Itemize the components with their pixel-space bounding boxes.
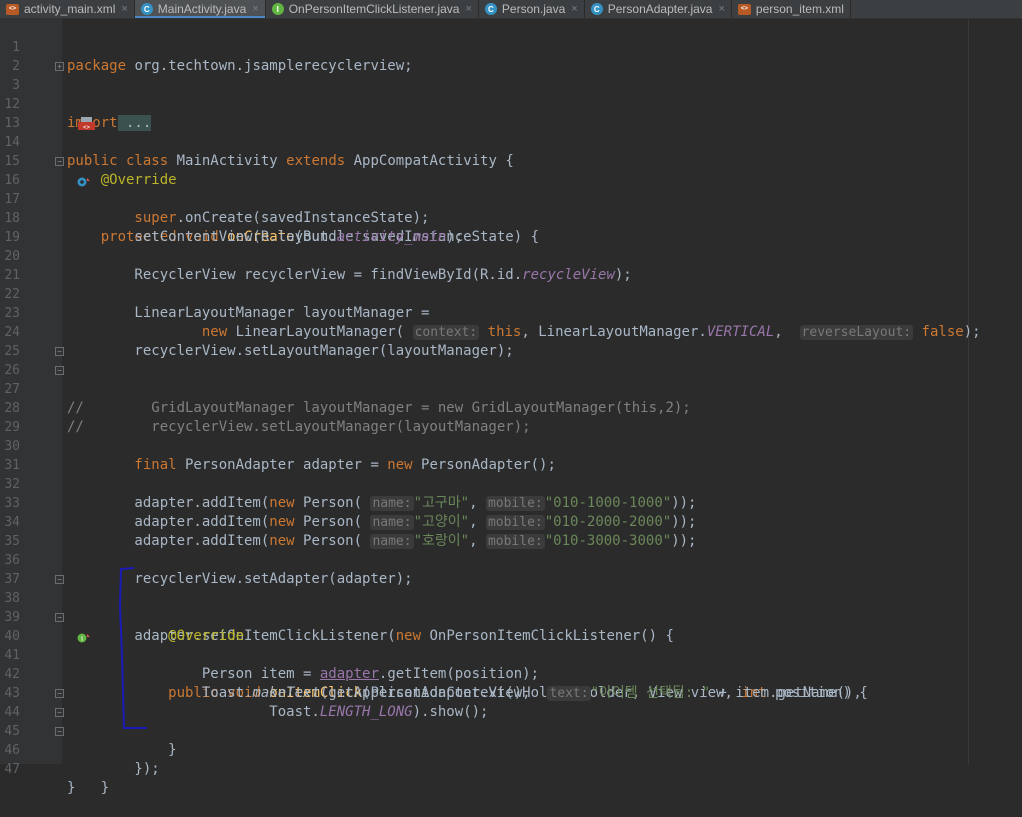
xml-file-icon: <> xyxy=(6,3,19,15)
code-line: 1 package org.techtown.jsamplerecyclervi… xyxy=(0,19,1022,74)
line-number: 47 xyxy=(4,762,20,777)
code-line: 2 xyxy=(0,38,1022,74)
code-line: 33 adapter.addItem(new Person( name: "고양이… xyxy=(0,475,1022,530)
code-line: 24 recyclerView.setLayoutManager(layoutM… xyxy=(0,304,1022,359)
close-icon[interactable]: × xyxy=(571,3,577,15)
code-line: 17 super.onCreate(savedInstanceState); xyxy=(0,171,1022,226)
code-line: 41 Person item = adapter.getItem(positio… xyxy=(0,627,1022,682)
code-line: 42 Toast.makeText(getApplicationContext(… xyxy=(0,646,1022,701)
code-line: 39 @Override xyxy=(0,589,1022,644)
fold-collapse-icon[interactable]: − xyxy=(55,347,64,356)
code-line: 46 − } xyxy=(0,722,1022,796)
tab-person-java[interactable]: C Person.java × xyxy=(479,0,585,18)
close-icon[interactable]: × xyxy=(718,3,724,15)
fold-expand-icon[interactable]: + xyxy=(55,62,64,71)
layout-file-icon[interactable]: <> xyxy=(27,98,95,131)
code-line: 14 xyxy=(0,114,1022,150)
code-line: 19 xyxy=(0,209,1022,245)
code-line: 20 RecyclerView recyclerView = findViewB… xyxy=(0,228,1022,283)
fold-collapse-icon[interactable]: − xyxy=(55,157,64,166)
code-line: 32 adapter.addItem(new Person( name: "고구마… xyxy=(0,456,1022,511)
class-icon: C xyxy=(484,3,497,15)
code-line: 13 <> public class MainActivity extends … xyxy=(0,95,1022,169)
code-line: 3 + import ... xyxy=(0,57,1022,131)
fold-collapse-icon[interactable]: − xyxy=(55,727,64,736)
close-icon[interactable]: × xyxy=(121,3,127,15)
close-icon[interactable]: × xyxy=(252,3,258,15)
code-editor[interactable]: 1 package org.techtown.jsamplerecyclervi… xyxy=(0,19,1022,796)
code-line: 25 xyxy=(0,323,1022,359)
class-icon: C xyxy=(590,3,603,15)
code-line: 44 − } xyxy=(0,684,1022,758)
code-line: 36 recyclerView.setAdapter(adapter); xyxy=(0,532,1022,587)
code-line: 43 Toast.LENGTH_LONG).show(); xyxy=(0,665,1022,720)
code-line: 15 @Override xyxy=(0,133,1022,188)
tab-on-person-item-click-listener-java[interactable]: I OnPersonItemClickListener.java × xyxy=(266,0,479,18)
code-line: 34 adapter.addItem(new Person( name: "호랑이… xyxy=(0,494,1022,549)
code-line: 22 LinearLayoutManager layoutManager = xyxy=(0,266,1022,321)
code-line: 29 xyxy=(0,399,1022,435)
tab-person-adapter-java[interactable]: C PersonAdapter.java × xyxy=(585,0,732,18)
code-line: 35 xyxy=(0,513,1022,549)
editor-tab-bar: <> activity_main.xml × C MainActivity.ja… xyxy=(0,0,1022,19)
tab-label: PersonAdapter.java xyxy=(607,2,713,16)
fold-collapse-icon[interactable]: − xyxy=(55,366,64,375)
tab-label: MainActivity.java xyxy=(157,2,247,16)
tab-main-activity-java[interactable]: C MainActivity.java × xyxy=(134,0,266,18)
code-token: } xyxy=(67,780,76,796)
code-line: 45 − }); xyxy=(0,703,1022,777)
xml-file-icon: <> xyxy=(737,3,751,15)
close-icon[interactable]: × xyxy=(465,3,471,15)
code-line: 18 setContentView(R.layout.activity_main… xyxy=(0,190,1022,245)
tab-label: activity_main.xml xyxy=(24,2,116,16)
code-line: 28 xyxy=(0,380,1022,416)
code-line: 40 I − public void onItemClick(PersonAda… xyxy=(0,608,1022,701)
code-line: 23 new LinearLayoutManager( context: thi… xyxy=(0,285,1022,340)
code-line: 38 − adapter.setOnItemClickListener(new … xyxy=(0,570,1022,644)
tab-label: person_item.xml xyxy=(755,2,844,16)
code-line: 31 xyxy=(0,437,1022,473)
code-line: 21 xyxy=(0,247,1022,283)
handwritten-bracket-mark xyxy=(118,567,147,729)
tab-label: Person.java xyxy=(501,2,566,16)
code-line: 16 − protected void onCreate(Bundle save… xyxy=(0,152,1022,245)
code-token: }); xyxy=(67,761,160,777)
fold-collapse-icon[interactable]: − xyxy=(55,575,64,584)
code-line: 27 − // recyclerView.setLayoutManager(la… xyxy=(0,361,1022,435)
code-line: 26 − // GridLayoutManager layoutManager … xyxy=(0,342,1022,416)
fold-collapse-icon[interactable]: − xyxy=(55,708,64,717)
fold-collapse-icon[interactable]: − xyxy=(55,689,64,698)
code-line: 47 } xyxy=(0,741,1022,796)
tab-label: OnPersonItemClickListener.java xyxy=(288,2,460,16)
interface-icon: I xyxy=(271,3,284,15)
tab-person-item-xml[interactable]: <> person_item.xml xyxy=(732,0,851,18)
code-line: 12 xyxy=(0,76,1022,112)
class-icon: C xyxy=(140,3,153,15)
tab-activity-main-xml[interactable]: <> activity_main.xml × xyxy=(0,0,135,18)
code-line: 30 final PersonAdapter adapter = new Per… xyxy=(0,418,1022,473)
fold-collapse-icon[interactable]: − xyxy=(55,613,64,622)
code-line: 37 xyxy=(0,551,1022,587)
